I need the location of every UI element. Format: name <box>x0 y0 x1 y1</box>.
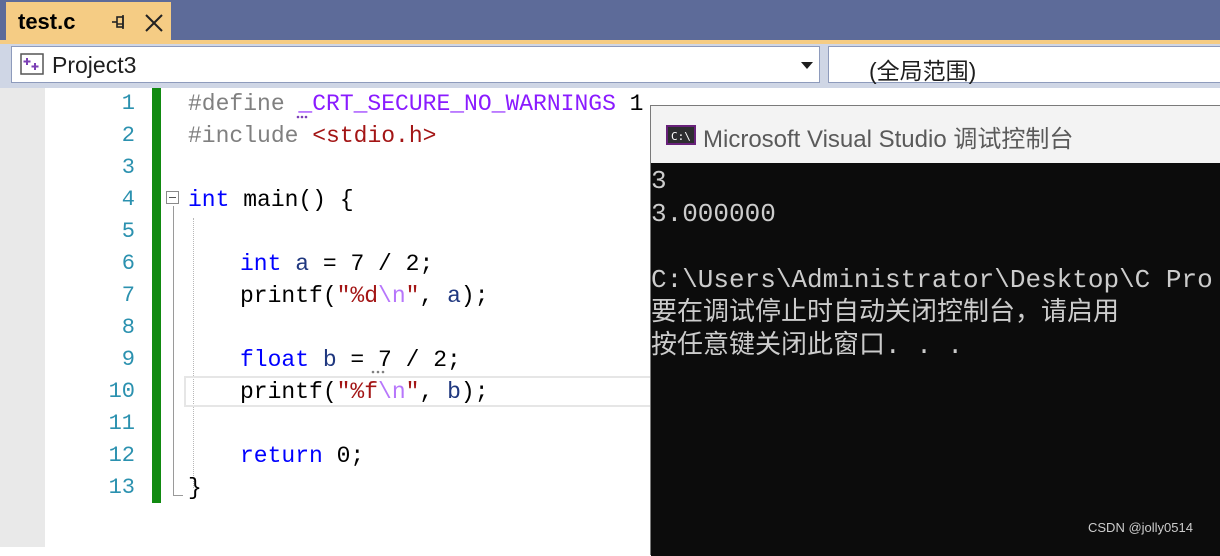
console-output[interactable]: 3 3.000000 C:\Users\Administrator\Deskto… <box>651 163 1220 556</box>
string-literal: " <box>405 283 420 309</box>
code-text: } <box>188 475 202 501</box>
code-text: main() { <box>229 187 354 213</box>
console-line: 3.000000 <box>651 199 776 229</box>
line-number: 2 <box>121 123 135 148</box>
navigation-bar: Project3 (全局范围) <box>0 44 1220 88</box>
line-number: 3 <box>121 155 135 180</box>
line-number: 4 <box>121 187 135 212</box>
string-literal: "%d <box>336 283 379 309</box>
variable: b <box>309 347 337 373</box>
line-number: 6 <box>121 251 135 276</box>
close-icon[interactable] <box>143 12 165 34</box>
outline-fold-line <box>173 206 174 496</box>
project-dropdown[interactable]: Project3 <box>11 46 820 83</box>
squiggle-hint-icon <box>296 115 308 119</box>
tab-title: test.c <box>18 9 76 34</box>
escape-sequence: \n <box>378 283 406 309</box>
line-number: 5 <box>121 219 135 244</box>
collapse-icon[interactable] <box>166 191 179 204</box>
code-text: = 7 / 2; <box>336 347 461 373</box>
escape-sequence: \n <box>378 379 406 405</box>
glyph-margin <box>0 88 45 547</box>
line-number: 1 <box>121 91 135 116</box>
code-text: = 7 / 2; <box>309 251 434 277</box>
line-number: 13 <box>108 475 135 500</box>
include-header: <stdio.h> <box>312 123 437 149</box>
macro-name: _CRT_SECURE_NO_WARNINGS <box>298 91 616 117</box>
line-number: 12 <box>108 443 135 468</box>
code-line-13[interactable]: } <box>188 472 202 504</box>
variable: a <box>281 251 310 277</box>
preprocessor-directive: #define <box>188 91 299 117</box>
console-title: Microsoft Visual Studio 调试控制台 <box>703 126 1074 153</box>
outline-fold-end <box>173 495 183 496</box>
variable: a <box>447 283 461 309</box>
svg-text:C:\: C:\ <box>671 130 691 143</box>
line-number: 9 <box>121 347 135 372</box>
code-text: ); <box>460 283 489 309</box>
debug-console-window[interactable]: C:\ Microsoft Visual Studio 调试控制台 3 3.00… <box>650 105 1220 556</box>
preprocessor-directive: #include <box>188 123 313 149</box>
code-line-2[interactable]: #include <stdio.h> <box>188 120 436 152</box>
keyword: int <box>188 187 230 213</box>
string-literal: " <box>405 379 420 405</box>
squiggle-hint-icon <box>371 370 385 374</box>
watermark: CSDN @jolly0514 <box>1088 520 1193 535</box>
code-line-10[interactable]: printf("%f\n", b); <box>240 376 489 408</box>
code-line-7[interactable]: printf("%d\n", a); <box>240 280 489 312</box>
code-text: 0; <box>322 443 365 469</box>
code-text: ); <box>460 379 489 405</box>
keyword: return <box>240 443 323 469</box>
code-text: , <box>419 379 448 405</box>
project-icon <box>20 53 44 75</box>
line-number: 10 <box>108 379 135 404</box>
scope-name: (全局范围) <box>869 58 977 84</box>
console-app-icon: C:\ <box>666 125 696 145</box>
code-line-1[interactable]: #define _CRT_SECURE_NO_WARNINGS 1 <box>188 88 643 120</box>
line-number: 7 <box>121 283 135 308</box>
code-line-4[interactable]: int main() { <box>188 184 354 216</box>
string-literal: "%f <box>336 379 379 405</box>
keyword: int <box>240 251 282 277</box>
code-text: , <box>419 283 448 309</box>
console-line: C:\Users\Administrator\Desktop\C Pro <box>651 265 1213 295</box>
line-number: 8 <box>121 315 135 340</box>
tab-test-c[interactable]: test.c <box>6 2 171 43</box>
code-line-9[interactable]: float b = 7 / 2; <box>240 344 461 376</box>
keyword: float <box>240 347 310 373</box>
macro-value: 1 <box>615 91 644 117</box>
pin-icon[interactable] <box>110 13 128 31</box>
code-line-6[interactable]: int a = 7 / 2; <box>240 248 433 280</box>
console-title-bar[interactable]: C:\ Microsoft Visual Studio 调试控制台 <box>651 106 1220 163</box>
document-tab-strip: test.c <box>0 0 1220 44</box>
line-number: 11 <box>108 411 135 436</box>
scope-dropdown[interactable]: (全局范围) <box>828 46 1220 84</box>
console-line: 3 <box>651 166 667 196</box>
change-tracking-bar <box>152 88 161 503</box>
console-line: 要在调试停止时自动关闭控制台，请启用 <box>651 298 1120 328</box>
function-call: printf( <box>240 379 337 405</box>
function-call: printf( <box>240 283 337 309</box>
variable: b <box>447 379 461 405</box>
console-line: 按任意键关闭此窗口. . . <box>651 331 964 361</box>
indent-guide <box>193 218 194 488</box>
chevron-down-icon[interactable] <box>801 62 813 69</box>
project-name: Project3 <box>52 52 137 78</box>
code-line-12[interactable]: return 0; <box>240 440 364 472</box>
